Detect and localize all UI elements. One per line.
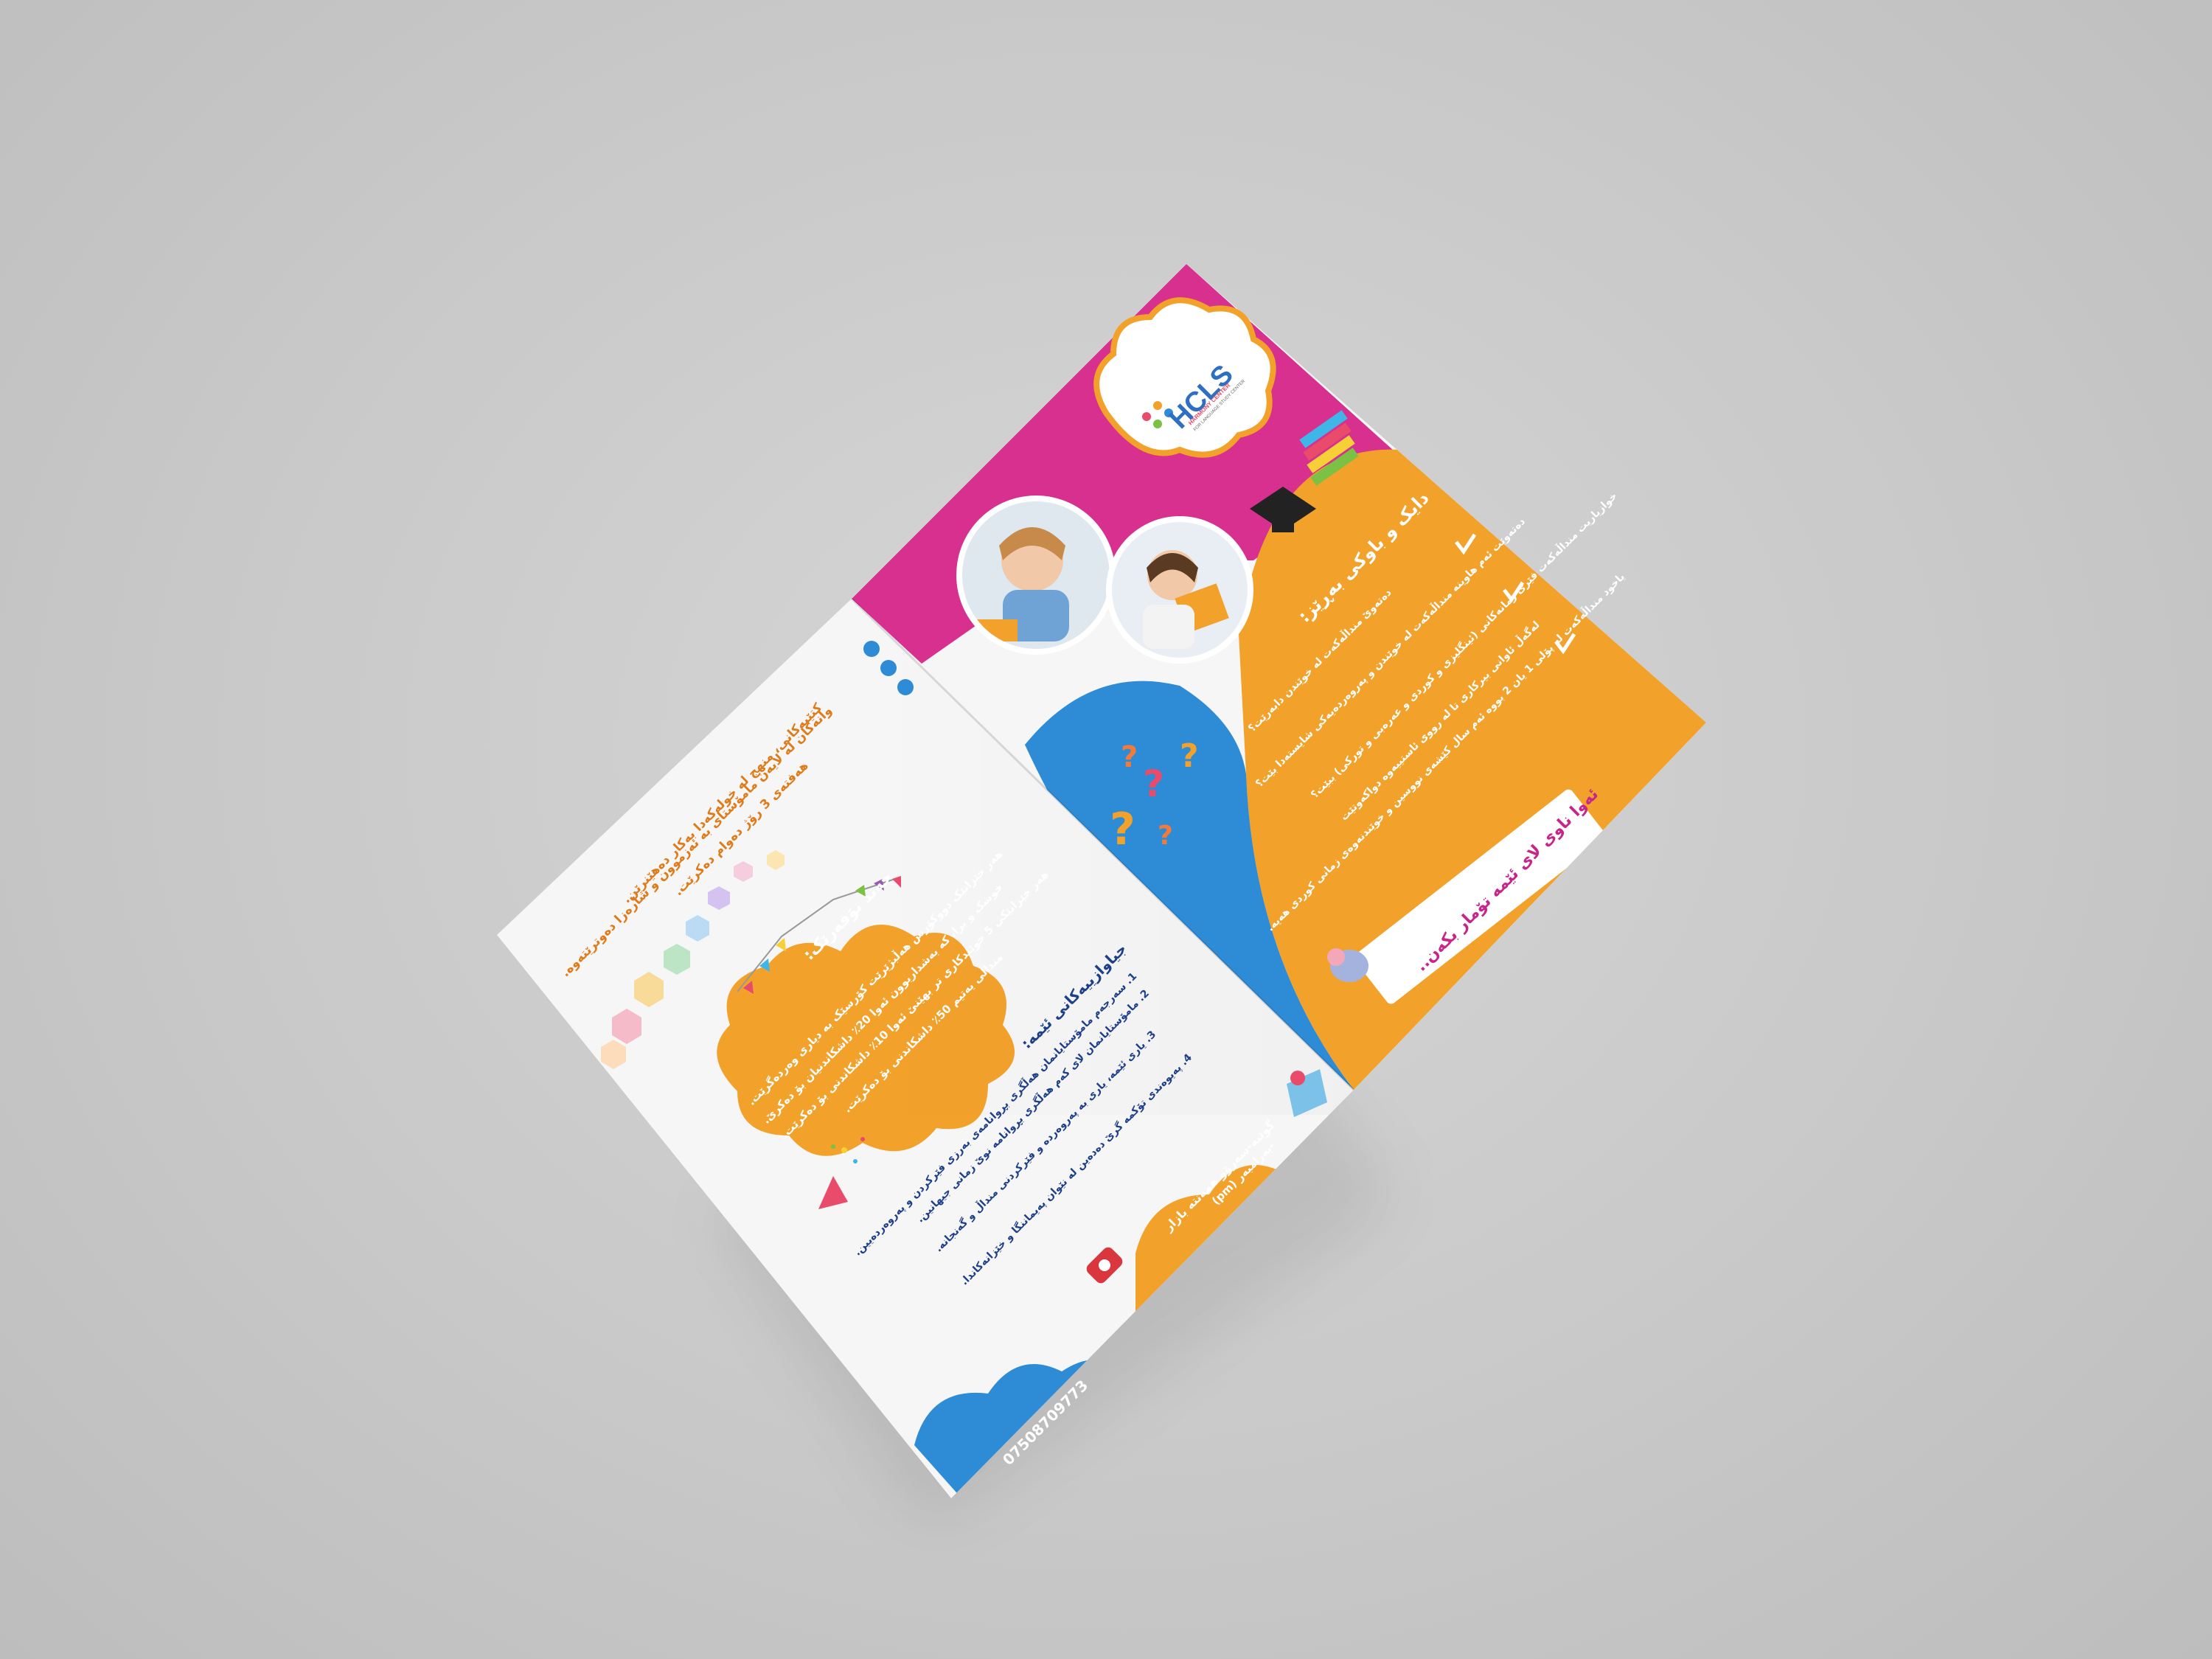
svg-text:?: ? <box>1158 821 1173 851</box>
svg-text:?: ? <box>1180 737 1199 775</box>
svg-text:?: ? <box>1110 804 1135 855</box>
flower-bullet-icon <box>880 660 897 676</box>
svg-text:?: ? <box>1143 762 1164 805</box>
mockup-scene: ? ? ? ? ? وانەکان لە لایەن مامۆستای بە ئ… <box>0 0 2212 1659</box>
flower-bullet-icon <box>863 641 880 657</box>
brochure: ? ? ? ? ? <box>497 264 1706 1498</box>
flower-bullet-icon <box>897 679 914 695</box>
photo-child-reading <box>1106 516 1253 664</box>
svg-text:?: ? <box>1121 740 1138 774</box>
